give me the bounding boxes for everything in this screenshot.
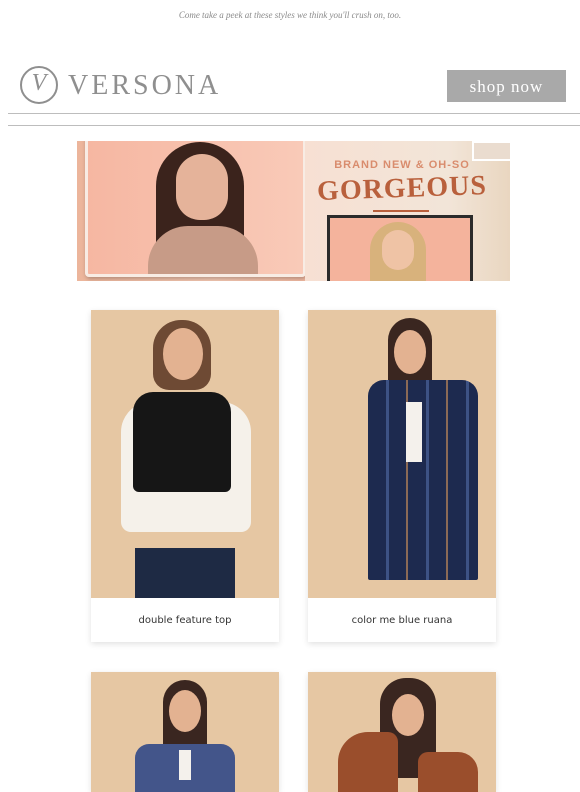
product-name[interactable]: color me blue ruana bbox=[308, 598, 496, 642]
model-face bbox=[169, 690, 201, 732]
preheader-text: Come take a peek at these styles we thin… bbox=[178, 10, 402, 20]
hero-inset-photo bbox=[327, 215, 473, 281]
model-face bbox=[392, 694, 424, 736]
hero-corner-photo bbox=[472, 141, 510, 161]
product-card[interactable] bbox=[91, 672, 279, 792]
logo-mark-letter: V bbox=[31, 70, 47, 96]
model-face bbox=[176, 154, 228, 220]
jeans bbox=[135, 548, 235, 598]
model-face bbox=[394, 330, 426, 374]
model-face bbox=[163, 328, 203, 380]
divider bbox=[8, 125, 580, 126]
white-shirt bbox=[406, 402, 422, 462]
hero-banner[interactable]: BRAND NEW & OH-SO GORGEOUS bbox=[77, 141, 510, 281]
product-name[interactable]: double feature top bbox=[91, 598, 279, 642]
email-header: V VERSONA shop now bbox=[0, 62, 580, 112]
model-body bbox=[148, 226, 258, 274]
inset-model-face bbox=[382, 230, 414, 270]
product-card[interactable]: color me blue ruana bbox=[308, 310, 496, 642]
brand-logo-text[interactable]: VERSONA bbox=[68, 70, 221, 102]
product-card[interactable] bbox=[308, 672, 496, 792]
product-image[interactable] bbox=[308, 310, 496, 598]
rust-top bbox=[418, 752, 478, 792]
product-image[interactable] bbox=[91, 672, 279, 792]
shop-now-button[interactable]: shop now bbox=[447, 70, 566, 102]
divider bbox=[8, 113, 580, 114]
headline-underline bbox=[373, 210, 429, 212]
product-card[interactable]: double feature top bbox=[91, 310, 279, 642]
white-shirt bbox=[179, 750, 191, 780]
hero-headline: GORGEOUS bbox=[316, 170, 488, 207]
plaid-ruana bbox=[368, 380, 478, 580]
product-image[interactable] bbox=[308, 672, 496, 792]
rust-sleeve bbox=[338, 732, 398, 792]
product-image[interactable] bbox=[91, 310, 279, 598]
versona-logo-icon[interactable]: V bbox=[20, 66, 58, 104]
black-vest bbox=[133, 392, 231, 492]
hero-tagline: BRAND NEW & OH-SO bbox=[334, 159, 470, 171]
hero-model-photo bbox=[85, 141, 306, 277]
